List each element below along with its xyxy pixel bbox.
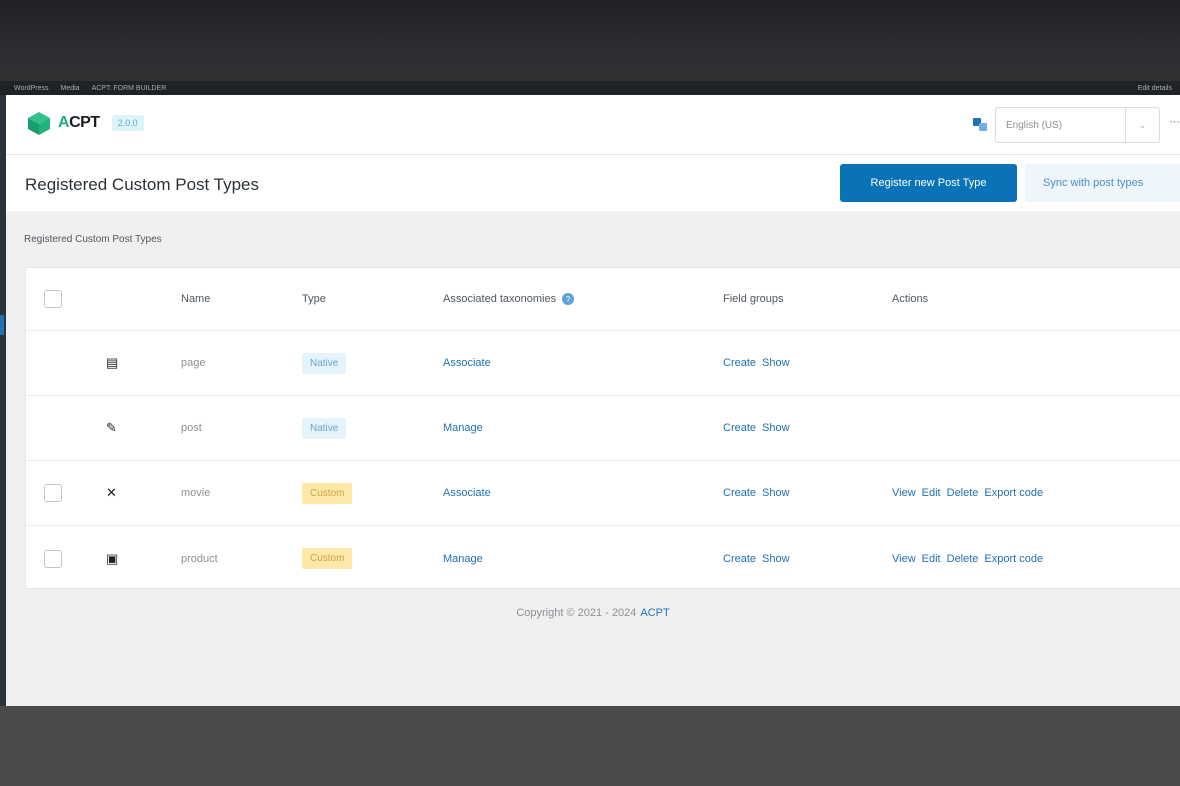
- show-field-group-link[interactable]: Show: [762, 422, 790, 434]
- row-checkbox[interactable]: [44, 484, 62, 502]
- logo-text: ACPT: [58, 114, 100, 131]
- column-header-field-groups: Field groups: [723, 293, 784, 305]
- plugin-topbar: ACPT 2.0.0 English (US) ⌄ ⋯: [6, 95, 1180, 155]
- associate-taxonomy-link[interactable]: Associate: [443, 487, 491, 499]
- type-badge: Native: [302, 417, 347, 439]
- logo-cube-icon: [28, 112, 50, 135]
- view-link[interactable]: View: [892, 487, 916, 499]
- manage-taxonomy-link[interactable]: Manage: [443, 553, 483, 565]
- table-row: ✎ post Native Manage Create Show: [26, 396, 1180, 461]
- table-row: ▣ product Custom Manage Create Show View…: [26, 526, 1180, 591]
- create-field-group-link[interactable]: Create: [723, 357, 756, 369]
- post-type-name: page: [181, 357, 206, 369]
- page-title: Registered Custom Post Types: [25, 175, 260, 194]
- show-field-group-link[interactable]: Show: [762, 487, 790, 499]
- show-field-group-link[interactable]: Show: [762, 553, 790, 565]
- manage-taxonomy-link[interactable]: Manage: [443, 422, 483, 434]
- admin-bar: WordPress Media ACPT: FORM BUILDER Edit …: [0, 81, 1180, 95]
- column-header-taxonomies: Associated taxonomies ?: [443, 268, 575, 330]
- bottom-frame: [0, 706, 1180, 786]
- show-field-group-link[interactable]: Show: [762, 357, 790, 369]
- version-badge: 2.0.0: [111, 115, 144, 131]
- type-badge: Custom: [302, 548, 353, 569]
- column-header-actions: Actions: [892, 293, 929, 305]
- pin-icon: ✎: [106, 420, 117, 435]
- type-badge: Custom: [302, 482, 353, 504]
- associate-taxonomy-link[interactable]: Associate: [443, 357, 491, 369]
- export-code-link[interactable]: Export code: [984, 487, 1043, 499]
- admin-bar-item[interactable]: Media: [61, 85, 80, 92]
- column-header-type[interactable]: Type: [302, 268, 326, 330]
- plugin-screen: ACPT 2.0.0 English (US) ⌄ ⋯ Registered C…: [6, 95, 1180, 706]
- admin-bar-item[interactable]: WordPress: [14, 85, 49, 92]
- page-header: Registered Custom Post Types Register ne…: [6, 155, 1180, 211]
- edit-link[interactable]: Edit: [922, 487, 941, 499]
- post-type-name: movie: [181, 487, 211, 499]
- view-link[interactable]: View: [892, 553, 916, 565]
- select-all-checkbox[interactable]: [44, 290, 62, 308]
- movie-icon: ✕: [106, 485, 117, 500]
- footer-brand-link[interactable]: ACPT: [640, 607, 669, 619]
- post-type-name: post: [181, 422, 202, 434]
- type-badge: Native: [302, 352, 347, 374]
- table-row: ▤ page Native Associate Create Show: [26, 331, 1180, 396]
- info-icon[interactable]: ?: [562, 293, 575, 305]
- footer: Copyright © 2021 - 2024 ACPT: [6, 607, 1180, 619]
- export-code-link[interactable]: Export code: [984, 553, 1043, 565]
- sync-post-types-button[interactable]: Sync with post types: [1025, 164, 1180, 202]
- column-header-taxonomies-label: Associated taxonomies: [443, 293, 557, 305]
- post-type-name: product: [181, 552, 218, 565]
- chevron-down-icon[interactable]: ⌄: [1125, 108, 1159, 142]
- delete-link[interactable]: Delete: [947, 553, 979, 565]
- admin-bar-account[interactable]: Edit details: [1138, 85, 1180, 92]
- logo[interactable]: ACPT 2.0.0: [26, 110, 144, 136]
- page-icon: ▤: [106, 355, 119, 370]
- delete-link[interactable]: Delete: [947, 487, 979, 499]
- product-icon: ▣: [106, 550, 119, 566]
- edit-link[interactable]: Edit: [922, 553, 941, 565]
- table-header-row: Name Type Associated taxonomies ? Field …: [26, 268, 1180, 331]
- column-header-name[interactable]: Name: [181, 268, 210, 330]
- register-post-type-button[interactable]: Register new Post Type: [840, 164, 1017, 202]
- row-checkbox[interactable]: [44, 549, 62, 568]
- post-types-table: Name Type Associated taxonomies ? Field …: [25, 267, 1180, 589]
- create-field-group-link[interactable]: Create: [723, 487, 756, 499]
- language-select[interactable]: English (US) ⌄: [995, 107, 1160, 143]
- create-field-group-link[interactable]: Create: [723, 553, 756, 565]
- create-field-group-link[interactable]: Create: [723, 422, 756, 434]
- breadcrumb: Registered Custom Post Types: [24, 234, 162, 245]
- copyright-text: Copyright © 2021 - 2024: [516, 607, 637, 619]
- translate-icon: [973, 118, 987, 131]
- language-select-value: English (US): [1006, 119, 1063, 131]
- admin-bar-item[interactable]: ACPT: FORM BUILDER: [92, 85, 167, 92]
- more-icon[interactable]: ⋯: [1169, 115, 1180, 128]
- table-row: ✕ movie Custom Associate Create Show Vie…: [26, 461, 1180, 526]
- sidebar-collapse-tab[interactable]: [0, 315, 4, 335]
